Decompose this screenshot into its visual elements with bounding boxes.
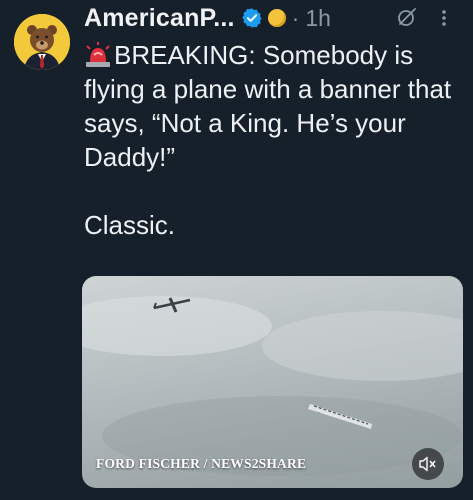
muted-speaker-icon bbox=[419, 456, 436, 472]
separator-dot: · bbox=[291, 4, 300, 31]
bear-avatar-image bbox=[14, 14, 70, 70]
tweet-paragraph-2: Classic. bbox=[84, 210, 176, 240]
siren-icon bbox=[86, 42, 110, 67]
verified-badge-icon bbox=[242, 8, 262, 28]
tweet-video[interactable]: FORD FISCHER / NEWS2SHARE bbox=[82, 276, 463, 488]
media-credit: FORD FISCHER / NEWS2SHARE bbox=[96, 456, 307, 471]
grok-icon[interactable] bbox=[396, 6, 418, 28]
tweet-paragraph-1: BREAKING: Somebody is flying a plane wit… bbox=[84, 38, 464, 174]
tweet-body: BREAKING: Somebody is flying a plane wit… bbox=[84, 40, 452, 172]
more-options-icon[interactable] bbox=[440, 7, 448, 29]
avatar[interactable] bbox=[14, 14, 70, 70]
time-ago[interactable]: 1h bbox=[305, 5, 331, 32]
author-display-name[interactable]: AmericanP... bbox=[84, 4, 235, 33]
gold-coin-icon bbox=[267, 9, 286, 27]
mute-button[interactable] bbox=[412, 448, 444, 480]
tweet-text: BREAKING: Somebody is flying a plane wit… bbox=[84, 38, 464, 242]
